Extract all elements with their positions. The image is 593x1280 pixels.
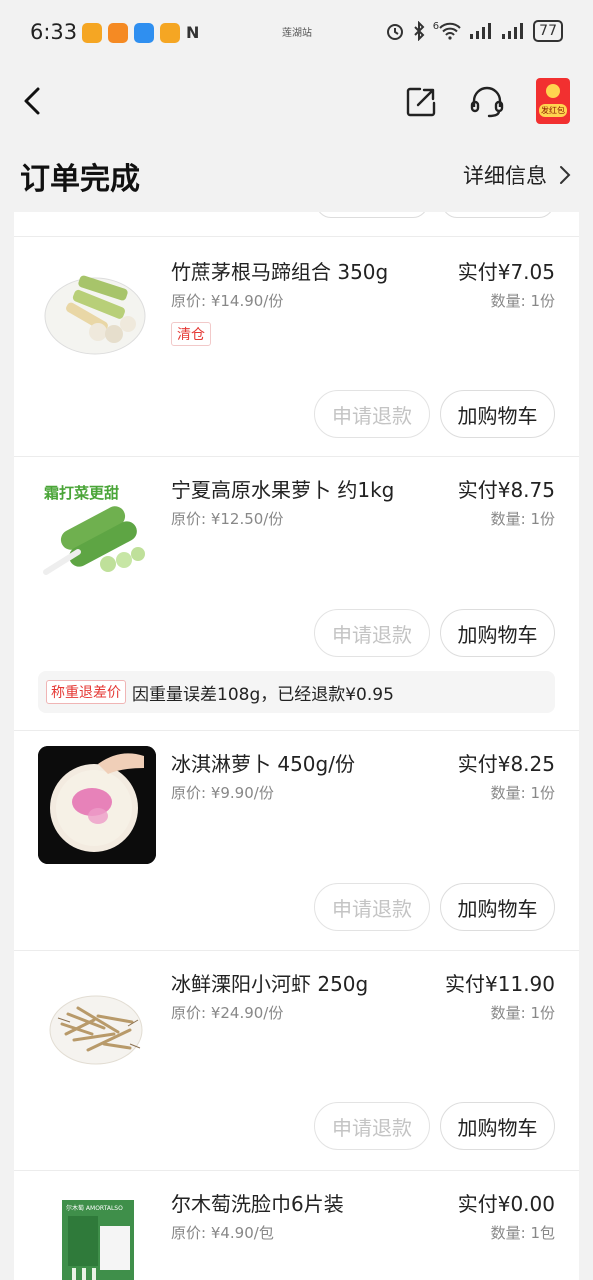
paid-price: 实付¥8.25 <box>457 752 555 776</box>
order-item: 尔木萄 AMORTALSO 尔木萄洗脸巾6片装 原价: ¥4.90/包 实付¥0… <box>14 1170 579 1280</box>
add-to-cart-button[interactable]: 加购物车 <box>440 390 555 438</box>
original-price: 原价: ¥4.90/包 <box>171 1224 274 1242</box>
product-image-text: 霜打菜更甜 <box>43 484 119 502</box>
quantity: 数量: 1份 <box>490 292 555 310</box>
app-notification-icon <box>82 23 102 43</box>
alarm-icon <box>386 24 403 40</box>
status-app-icons: N <box>82 23 199 43</box>
status-indicators: 6 77 <box>385 20 563 42</box>
weight-refund-text: 因重量误差108g，已经退款¥0.95 <box>132 684 394 705</box>
top-navigation-bar: 发红包 <box>0 68 593 138</box>
order-item: 霜打菜更甜 宁夏高原水果萝卜 约1kg 原价: ¥12.50/份 实付¥8.75… <box>14 456 579 730</box>
status-bar: 6:33 N 莲湖站 6 77 <box>0 0 593 68</box>
add-to-cart-button[interactable]: 加购物车 <box>440 883 555 931</box>
clearance-tag: 清仓 <box>171 322 211 346</box>
product-name[interactable]: 冰鲜溧阳小河虾 250g <box>171 968 368 997</box>
coin-icon <box>546 84 560 98</box>
detail-info-label: 详细信息 <box>463 164 547 188</box>
product-name[interactable]: 冰淇淋萝卜 450g/份 <box>171 748 355 777</box>
app-notification-icon <box>108 23 128 43</box>
app-notification-icon <box>160 23 180 43</box>
product-image <box>38 966 156 1084</box>
paid-price: 实付¥7.05 <box>457 260 555 284</box>
nfc-icon: N <box>186 23 200 42</box>
order-items-card: 竹蔗茅根马蹄组合 350g 原价: ¥14.90/份 实付¥7.05 数量: 1… <box>14 212 579 1280</box>
original-price: 原价: ¥24.90/份 <box>171 1004 284 1022</box>
refund-button[interactable] <box>316 212 428 218</box>
refund-button[interactable]: 申请退款 <box>314 1102 430 1150</box>
add-to-cart-button[interactable]: 加购物车 <box>440 609 555 657</box>
weight-refund-tag: 称重退差价 <box>46 680 126 704</box>
detail-info-link[interactable]: 详细信息 <box>463 160 571 190</box>
refund-button[interactable]: 申请退款 <box>314 609 430 657</box>
battery-icon: 77 <box>533 20 563 42</box>
quantity: 数量: 1份 <box>490 510 555 528</box>
refund-button[interactable]: 申请退款 <box>314 390 430 438</box>
order-item: 冰淇淋萝卜 450g/份 原价: ¥9.90/份 实付¥8.25 数量: 1份 … <box>14 730 579 950</box>
product-name[interactable]: 尔木萄洗脸巾6片装 <box>171 1188 344 1217</box>
original-price: 原价: ¥9.90/份 <box>171 784 274 802</box>
paid-price: 实付¥8.75 <box>457 478 555 502</box>
product-image-text: 尔木萄 AMORTALSO <box>66 1204 123 1212</box>
chevron-right-icon <box>560 166 571 184</box>
status-time: 6:33 <box>30 20 78 44</box>
product-image <box>38 746 156 864</box>
title-row: 订单完成 详细信息 <box>0 138 593 210</box>
customer-service-icon[interactable] <box>469 85 505 119</box>
status-location: 莲湖站 <box>282 28 312 39</box>
paid-price: 实付¥11.90 <box>445 972 555 996</box>
wifi-icon <box>439 22 461 40</box>
add-to-cart-button[interactable]: 加购物车 <box>440 1102 555 1150</box>
back-arrow-icon[interactable] <box>18 84 48 118</box>
page-title: 订单完成 <box>20 162 140 197</box>
red-packet-button[interactable]: 发红包 <box>536 78 570 124</box>
product-name[interactable]: 宁夏高原水果萝卜 约1kg <box>171 474 394 503</box>
add-to-cart-button[interactable] <box>442 212 554 218</box>
original-price: 原价: ¥12.50/份 <box>171 510 284 528</box>
weather-app-icon <box>134 23 154 43</box>
quantity: 数量: 1份 <box>490 1004 555 1022</box>
red-packet-label: 发红包 <box>539 104 567 117</box>
product-image <box>38 254 156 372</box>
quantity: 数量: 1份 <box>490 784 555 802</box>
share-icon[interactable] <box>404 85 438 119</box>
order-item: 冰鲜溧阳小河虾 250g 原价: ¥24.90/份 实付¥11.90 数量: 1… <box>14 950 579 1170</box>
divider <box>14 236 579 237</box>
weight-refund-notice: 称重退差价 因重量误差108g，已经退款¥0.95 <box>38 671 555 713</box>
product-name[interactable]: 竹蔗茅根马蹄组合 350g <box>171 256 388 285</box>
signal-icon <box>502 23 524 39</box>
original-price: 原价: ¥14.90/份 <box>171 292 284 310</box>
signal-icon <box>470 23 492 39</box>
product-image: 尔木萄 AMORTALSO <box>38 1196 156 1280</box>
product-image: 霜打菜更甜 <box>38 472 156 590</box>
order-item: 竹蔗茅根马蹄组合 350g 原价: ¥14.90/份 实付¥7.05 数量: 1… <box>14 238 579 456</box>
refund-button[interactable]: 申请退款 <box>314 883 430 931</box>
bluetooth-icon <box>414 21 425 41</box>
quantity: 数量: 1包 <box>490 1224 555 1242</box>
paid-price: 实付¥0.00 <box>457 1192 555 1216</box>
